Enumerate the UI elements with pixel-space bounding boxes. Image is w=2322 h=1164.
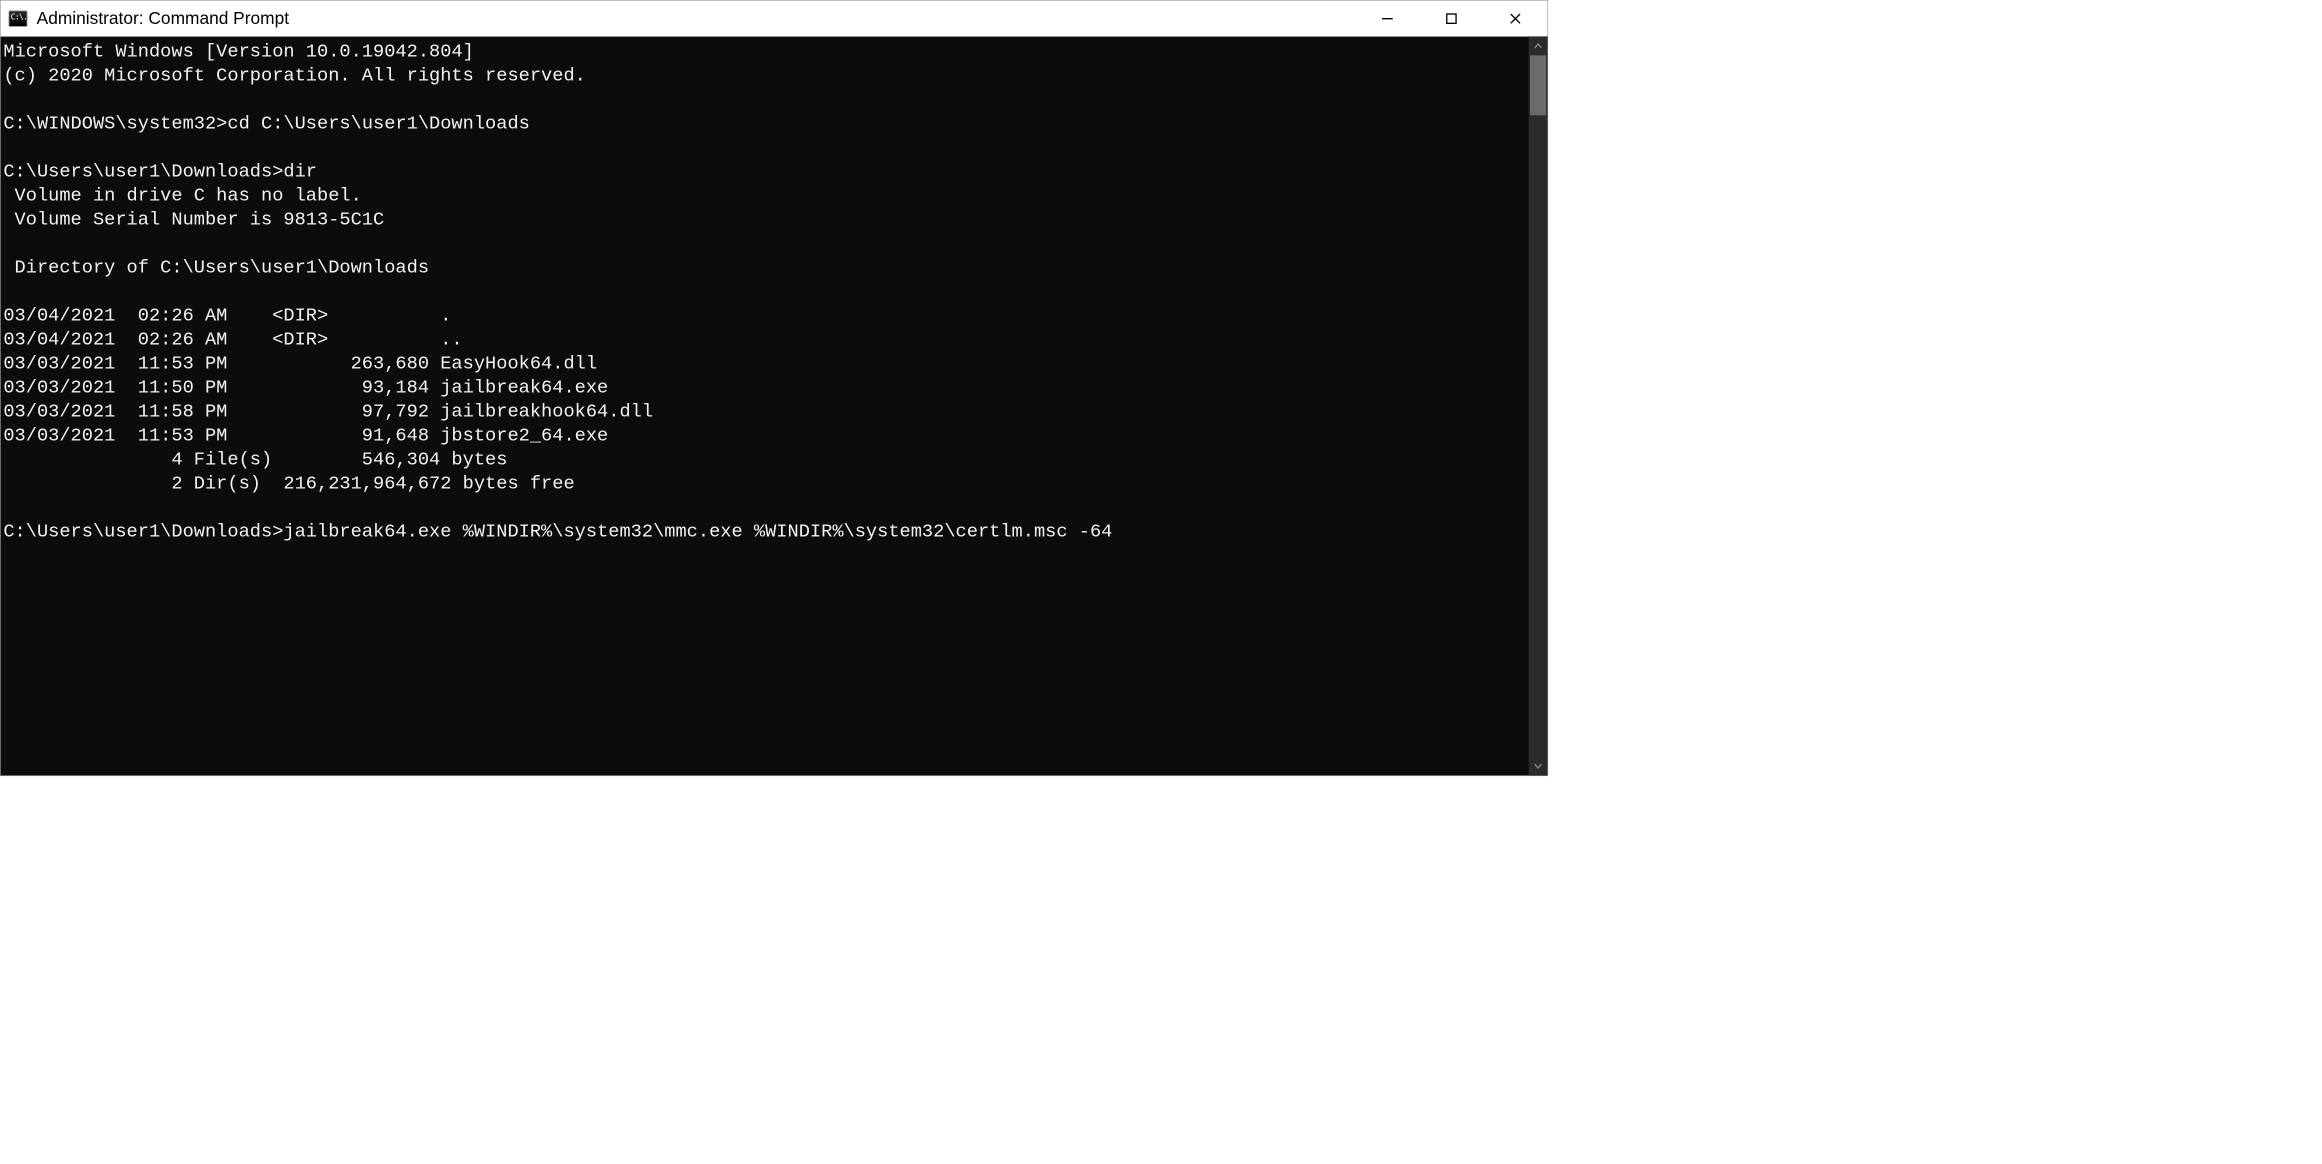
client-area: Microsoft Windows [Version 10.0.19042.80… [1,37,1548,776]
dir-entry: 03/04/2021 02:26 AM <DIR> . [3,306,451,327]
prompt-line: C:\WINDOWS\system32>cd C:\Users\user1\Do… [3,114,530,135]
window: C:\. Administrator: Command Prompt Micro… [0,0,1548,776]
scroll-track[interactable] [1529,55,1548,756]
window-controls [1355,1,1547,36]
maximize-button[interactable] [1419,1,1483,36]
dir-entry: 03/04/2021 02:26 AM <DIR> .. [3,330,462,351]
titlebar[interactable]: C:\. Administrator: Command Prompt [1,1,1548,37]
close-button[interactable] [1483,1,1547,36]
cmd-icon: C:\. [7,8,28,29]
dir-label: Directory of C:\Users\user1\Downloads [3,258,429,279]
prompt-line: C:\Users\user1\Downloads>dir [3,162,317,183]
dir-summary-dirs: 2 Dir(s) 216,231,964,672 bytes free [3,474,574,495]
prompt-path: C:\Users\user1\Downloads> [3,162,283,183]
prompt-line: C:\Users\user1\Downloads>jailbreak64.exe… [3,522,1112,543]
dir-summary-files: 4 File(s) 546,304 bytes [3,450,507,471]
scroll-up-arrow-icon[interactable] [1529,37,1548,56]
prompt-command: jailbreak64.exe %WINDIR%\system32\mmc.ex… [283,522,1112,543]
dir-entry: 03/03/2021 11:58 PM 97,792 jailbreakhook… [3,402,653,423]
prompt-path: C:\WINDOWS\system32> [3,114,227,135]
vertical-scrollbar[interactable] [1529,37,1548,776]
prompt-command: dir [283,162,317,183]
prompt-command: cd C:\Users\user1\Downloads [227,114,529,135]
dir-entry: 03/03/2021 11:53 PM 91,648 jbstore2_64.e… [3,426,608,447]
window-title: Administrator: Command Prompt [37,8,1356,29]
terminal-output[interactable]: Microsoft Windows [Version 10.0.19042.80… [1,37,1529,776]
dir-entry: 03/03/2021 11:50 PM 93,184 jailbreak64.e… [3,378,608,399]
dir-serial: Volume Serial Number is 9813-5C1C [3,210,384,231]
banner-copyright: (c) 2020 Microsoft Corporation. All righ… [3,66,586,87]
prompt-path: C:\Users\user1\Downloads> [3,522,283,543]
banner-version: Microsoft Windows [Version 10.0.19042.80… [3,42,474,63]
minimize-button[interactable] [1355,1,1419,36]
dir-volume: Volume in drive C has no label. [3,186,361,207]
dir-entry: 03/03/2021 11:53 PM 263,680 EasyHook64.d… [3,354,597,375]
scroll-down-arrow-icon[interactable] [1529,757,1548,776]
scroll-thumb[interactable] [1530,55,1546,115]
